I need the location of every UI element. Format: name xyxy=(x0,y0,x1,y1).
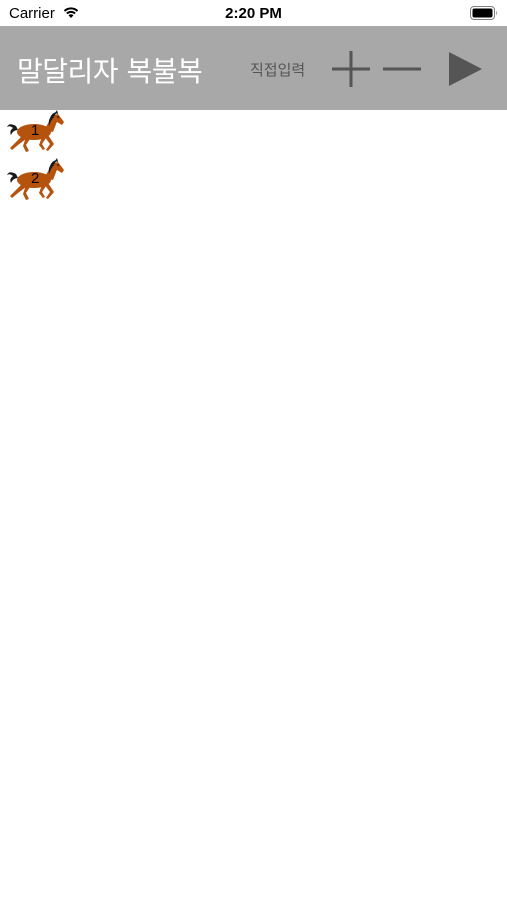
minus-icon[interactable] xyxy=(381,48,423,90)
horse-list: 1 2 xyxy=(0,110,507,206)
status-bar: Carrier 2:20 PM xyxy=(0,0,507,26)
app-title: 말달리자 복불복 xyxy=(17,55,203,88)
play-icon[interactable] xyxy=(445,49,485,89)
top-toolbar: 말달리자 복불복 직접입력 xyxy=(0,26,507,110)
app-screen: Carrier 2:20 PM 말달리자 복불복 직접입력 1 2 xyxy=(0,0,507,900)
clock-time: 2:20 PM xyxy=(225,5,282,22)
horse-number: 2 xyxy=(31,170,40,187)
horse-number: 1 xyxy=(31,122,40,139)
plus-icon[interactable] xyxy=(330,48,372,90)
battery-icon xyxy=(470,6,497,20)
horse-item-1: 1 xyxy=(6,110,66,158)
horse-item-2: 2 xyxy=(6,158,66,206)
direct-input-button[interactable]: 직접입력 xyxy=(250,59,305,80)
